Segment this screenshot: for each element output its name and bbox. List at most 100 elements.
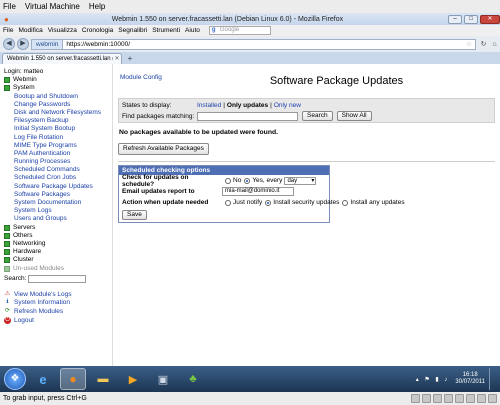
vm-menu-virtual-machine[interactable]: Virtual Machine (25, 2, 80, 11)
category-label: Servers (13, 223, 36, 231)
module-link[interactable]: Software Packages (4, 191, 112, 199)
module-link[interactable]: Scheduled Commands (4, 166, 112, 174)
network-app-icon[interactable]: ♣ (180, 368, 206, 390)
category-expand-icon (4, 241, 10, 248)
site-identity-badge[interactable]: webmin (32, 39, 64, 49)
logout-link[interactable]: ⏻ Logout (4, 316, 112, 325)
internet-explorer-icon[interactable]: e (30, 368, 56, 390)
check-schedule-row: Check for updates on schedule? No Yes, e… (119, 174, 329, 188)
firefox-taskbar-icon[interactable]: ● (60, 368, 86, 390)
search-input[interactable] (28, 274, 87, 283)
start-button[interactable]: ❖ (4, 368, 26, 390)
category-label: Networking (13, 239, 46, 247)
application-icon[interactable]: ▣ (150, 368, 176, 390)
explorer-folder-icon[interactable]: ▬ (90, 368, 116, 390)
menu-strumenti[interactable]: Strumenti (152, 27, 180, 34)
module-link[interactable]: Scheduled Cron Jobs (4, 174, 112, 182)
category-label: Un-used Modules (13, 264, 64, 272)
back-button[interactable]: ◀ (3, 38, 15, 50)
category-label: Webmin (13, 76, 37, 84)
module-link[interactable]: Disk and Network Filesystems (4, 109, 112, 117)
home-icon[interactable]: ⌂ (489, 39, 500, 50)
category-label: System (13, 84, 35, 92)
minimize-button[interactable]: – (448, 14, 462, 24)
module-link[interactable]: Users and Groups (4, 215, 112, 223)
schedule-yes-radio[interactable] (244, 177, 251, 184)
hdd-icon[interactable] (411, 394, 420, 403)
refresh-packages-button[interactable]: Refresh Available Packages (118, 143, 209, 155)
link-label: System Information (14, 299, 70, 307)
module-link[interactable]: Software Package Updates (4, 183, 112, 191)
action-notify-radio[interactable] (225, 199, 231, 206)
state-separator: | (270, 102, 272, 109)
maximize-button[interactable]: □ (464, 14, 478, 24)
vm-menu-help[interactable]: Help (89, 2, 105, 11)
category-webmin[interactable]: Webmin (4, 76, 112, 84)
save-button[interactable]: Save (122, 210, 147, 220)
reload-icon[interactable]: ↻ (478, 39, 489, 50)
close-button[interactable]: ✕ (480, 14, 500, 24)
state-installed-link[interactable]: Installed (197, 101, 221, 110)
keyboard-icon[interactable] (488, 394, 497, 403)
module-link[interactable]: Running Processes (4, 158, 112, 166)
system-information-link[interactable]: ℹ System Information (4, 298, 112, 307)
search-button[interactable]: Search (302, 111, 333, 121)
bookmark-star-icon[interactable]: ☆ (466, 40, 475, 48)
search-box[interactable]: Google (208, 26, 271, 35)
category-unused-modules[interactable]: Un-used Modules (4, 265, 112, 273)
show-desktop-button[interactable] (489, 368, 496, 390)
shared-folder-icon[interactable] (455, 394, 464, 403)
category-expand-icon (4, 249, 10, 256)
category-others[interactable]: Others (4, 232, 112, 240)
action-security-radio[interactable] (265, 199, 272, 206)
menu-modifica[interactable]: Modifica (18, 27, 42, 34)
mouse-icon[interactable] (477, 394, 486, 403)
tray-icons[interactable]: ▴ ⚑ ▮ ♪ (416, 376, 450, 383)
url-text[interactable]: https://webmin:10000/ (63, 41, 466, 48)
schedule-no-radio[interactable] (225, 177, 231, 184)
network-icon[interactable] (444, 394, 453, 403)
menu-cronologia[interactable]: Cronologia (82, 27, 113, 34)
category-cluster[interactable]: Cluster (4, 256, 112, 264)
category-networking[interactable]: Networking (4, 240, 112, 248)
category-system[interactable]: System (4, 84, 112, 92)
module-link[interactable]: Filesystem Backup (4, 117, 112, 125)
module-link[interactable]: MIME Type Programs (4, 142, 112, 150)
module-link[interactable]: Initial System Bootup (4, 125, 112, 133)
module-link[interactable]: Change Passwords (4, 101, 112, 109)
info-icon: ℹ (6, 299, 9, 306)
cdrom-icon[interactable] (422, 394, 431, 403)
interval-select[interactable]: day (284, 176, 317, 185)
module-link[interactable]: Bootup and Shutdown (4, 93, 112, 101)
show-all-button[interactable]: Show All (336, 111, 372, 121)
menu-file[interactable]: File (3, 27, 13, 34)
view-module-logs-link[interactable]: ⚠ View Module's Logs (4, 290, 112, 299)
module-link[interactable]: PAM Authentication (4, 150, 112, 158)
display-icon[interactable] (466, 394, 475, 403)
tab-strip: Webmin 1.550 on server.fracassetti.lan (… (0, 52, 500, 64)
states-label: States to display: (122, 102, 172, 109)
media-player-icon[interactable]: ▶ (120, 368, 146, 390)
category-hardware[interactable]: Hardware (4, 248, 112, 256)
clock[interactable]: 16:18 30/07/2011 (455, 372, 485, 386)
vm-menu-file[interactable]: File (3, 2, 16, 11)
action-any-radio[interactable] (342, 199, 349, 206)
category-servers[interactable]: Servers (4, 224, 112, 232)
module-link[interactable]: System Logs (4, 207, 112, 215)
menu-aiuto[interactable]: Aiuto (185, 27, 200, 34)
sidebar-search: Search: (4, 274, 112, 284)
refresh-modules-link[interactable]: ⟳ Refresh Modules (4, 307, 112, 316)
url-bar[interactable]: webmin https://webmin:10000/ ☆ (31, 38, 476, 50)
forward-button[interactable]: ▶ (17, 38, 29, 50)
menu-segnalibri[interactable]: Segnalibri (118, 27, 147, 34)
state-only-new-link[interactable]: Only new (274, 101, 301, 110)
tab-close-icon[interactable]: ✕ (113, 54, 121, 64)
find-packages-input[interactable] (197, 111, 298, 121)
module-link[interactable]: System Documentation (4, 199, 112, 207)
tab-webmin[interactable]: Webmin 1.550 on server.fracassetti.lan (… (2, 53, 122, 64)
email-field[interactable]: mia-mail@dominio.it (222, 187, 294, 196)
module-link[interactable]: Log File Rotation (4, 134, 112, 142)
usb-icon[interactable] (433, 394, 442, 403)
menu-visualizza[interactable]: Visualizza (48, 27, 77, 34)
new-tab-button[interactable]: + (124, 54, 136, 64)
